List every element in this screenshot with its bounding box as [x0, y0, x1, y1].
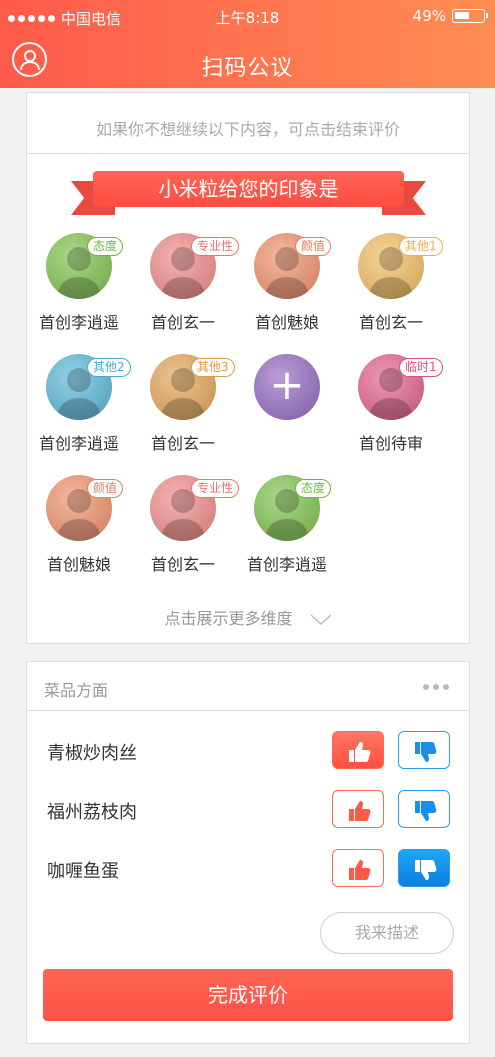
impression-name: 首创玄一 [150, 434, 215, 453]
submit-evaluation-button[interactable]: 完成评价 [43, 969, 453, 1021]
describe-button[interactable]: 我来描述 [320, 912, 454, 954]
impression-name: 首创魅娘 [46, 555, 111, 574]
impression-tag: 其他3 [191, 358, 235, 377]
impression-item[interactable]: + [237, 354, 337, 430]
impression-tag: 态度 [87, 237, 124, 256]
thumbs-down-button[interactable] [398, 731, 450, 769]
impression-item[interactable]: 其他3 首创玄一 [133, 354, 235, 454]
chevron-down-icon [310, 613, 332, 625]
impression-name: 首创玄一 [358, 313, 423, 332]
status-bar: 中国电信 上午8:18 49% [0, 0, 495, 34]
impression-name: 首创魅娘 [254, 313, 319, 332]
plus-icon: + [269, 360, 305, 409]
thumbs-down-icon [415, 742, 437, 762]
impression-tag: 颜值 [295, 237, 332, 256]
impression-item[interactable]: 专业性首创玄一 [133, 233, 240, 333]
end-evaluation-hint[interactable]: 如果你不想继续以下内容，可点击结束评价 [27, 93, 469, 154]
impression-name: 首创待审 [358, 434, 423, 453]
impression-name: 首创李逍遥 [38, 313, 119, 332]
impression-item[interactable]: 态度首创李逍遥 [29, 233, 129, 333]
banner-title: 小米粒给您的印象是 [93, 171, 404, 207]
thumbs-up-button[interactable] [332, 849, 384, 887]
thumbs-down-button[interactable] [398, 790, 450, 828]
impression-name: 首创玄一 [150, 313, 215, 332]
thumbs-up-icon [349, 801, 371, 821]
impression-tag: 颜值 [87, 479, 124, 498]
impression-item[interactable]: 颜值首创魅娘 [29, 475, 129, 575]
dish-name: 福州荔枝肉 [47, 802, 137, 823]
dish-row: 咖喱鱼蛋 [47, 849, 450, 889]
show-more-label: 点击展示更多维度 [164, 609, 293, 628]
dish-name: 青椒炒肉丝 [47, 743, 137, 764]
dish-row: 青椒炒肉丝 [47, 731, 450, 771]
thumbs-up-icon [349, 860, 371, 880]
dish-section-title: 菜品方面 [44, 681, 109, 700]
page-title: 扫码公议 [201, 56, 294, 81]
thumbs-down-button[interactable] [398, 849, 450, 887]
dish-card-header: 菜品方面 [27, 662, 469, 711]
impression-item[interactable]: 态度首创李逍遥 [237, 475, 337, 575]
impression-name: 首创玄一 [150, 555, 215, 574]
impression-card: 如果你不想继续以下内容，可点击结束评价 小米粒给您的印象是 态度 首创李逍遥 专业性… [26, 92, 470, 644]
impression-item[interactable]: 颜值首创魅娘 [237, 233, 337, 333]
impression-tag: 专业性 [191, 479, 240, 498]
thumbs-up-icon [349, 742, 371, 762]
impression-item[interactable]: 专业性首创玄一 [133, 475, 240, 575]
impression-tag: 专业性 [191, 237, 240, 256]
nav-bar: 扫码公议 [0, 34, 495, 88]
dish-card: 菜品方面 青椒炒肉丝福州荔枝肉咖喱鱼蛋 我来描述 完成评价 [26, 661, 470, 1044]
dish-name: 咖喱鱼蛋 [47, 861, 119, 882]
impression-tag: 其他2 [87, 358, 131, 377]
impression-tag: 临时1 [399, 358, 443, 377]
impression-item[interactable]: 其他2 首创李逍遥 [29, 354, 131, 454]
impression-tag: 态度 [295, 479, 332, 498]
show-more-dimensions[interactable]: 点击展示更多维度 [27, 605, 469, 629]
thumbs-down-icon [415, 801, 437, 821]
impression-item[interactable]: 临时1 首创待审 [341, 354, 443, 454]
impression-tag: 其他1 [399, 237, 443, 256]
battery-icon [452, 9, 488, 23]
add-impression-button[interactable]: + [254, 354, 320, 420]
banner-ribbon: 小米粒给您的印象是 [71, 171, 426, 215]
thumbs-down-icon [415, 860, 437, 880]
impression-name: 首创李逍遥 [38, 434, 119, 453]
battery-percent: 49% [412, 7, 446, 25]
thumbs-up-button[interactable] [332, 790, 384, 828]
impression-name: 首创李逍遥 [246, 555, 327, 574]
more-icon[interactable] [423, 684, 449, 690]
dish-row: 福州荔枝肉 [47, 790, 450, 830]
impression-item[interactable]: 其他1 首创玄一 [341, 233, 443, 333]
thumbs-up-button[interactable] [332, 731, 384, 769]
